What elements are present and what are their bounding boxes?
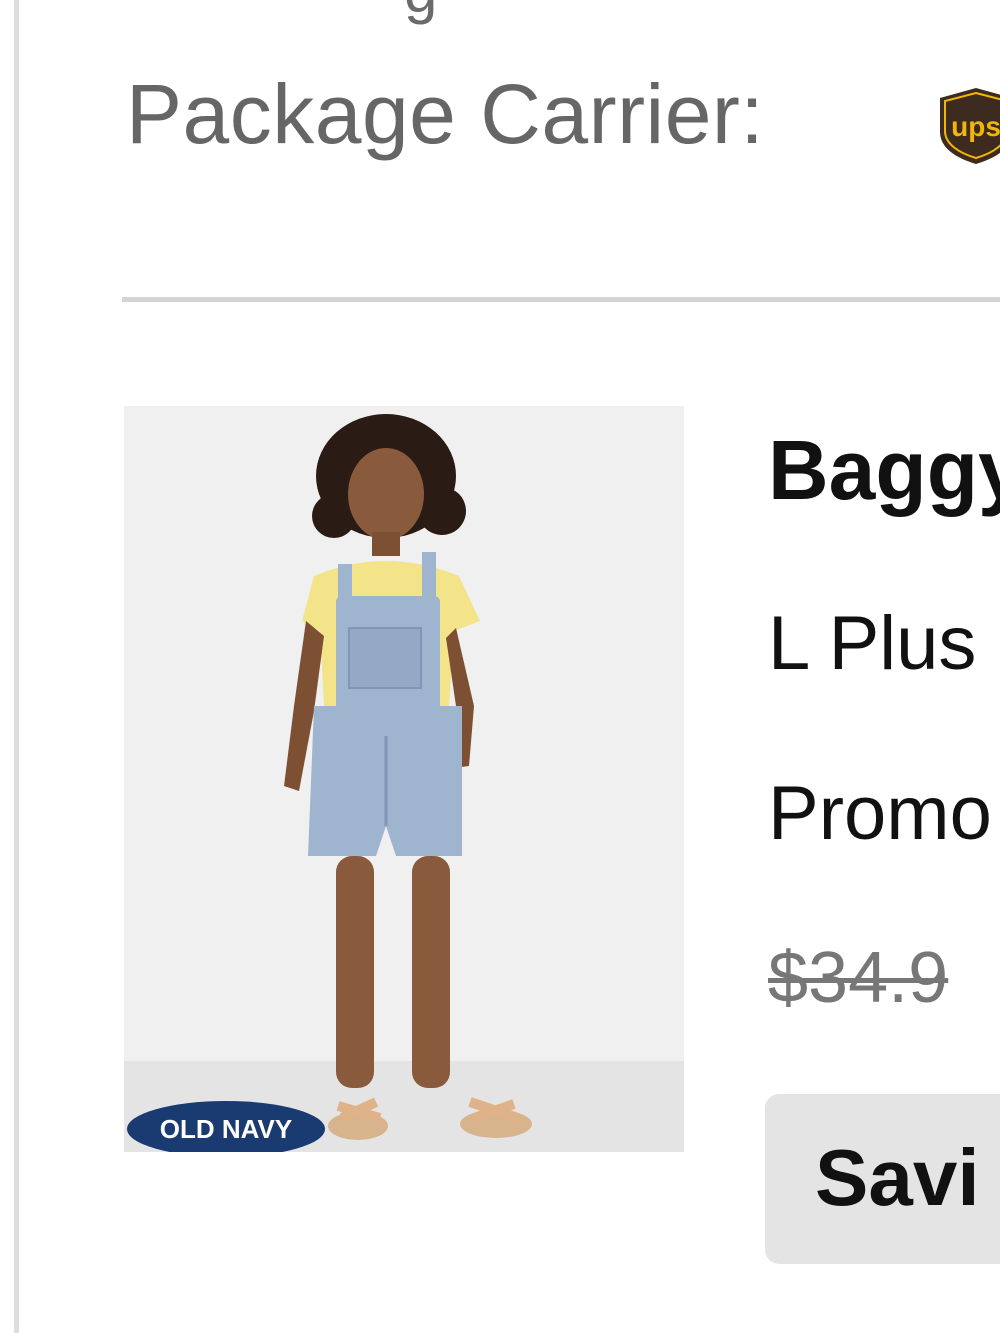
ups-logo-text: ups bbox=[951, 111, 1000, 142]
clipped-text-fragment: g bbox=[404, 0, 437, 22]
order-details-page: g Package Carrier: ups bbox=[0, 0, 1000, 1333]
brand-logo-text: OLD NAVY bbox=[160, 1114, 292, 1144]
product-promo-label: Promo bbox=[768, 771, 992, 856]
original-price: $34.9 bbox=[768, 938, 949, 1018]
savings-label: Savi bbox=[815, 1133, 980, 1222]
product-name[interactable]: Baggy bbox=[768, 428, 1000, 512]
package-carrier-label: Package Carrier: bbox=[126, 67, 765, 161]
product-image[interactable]: OLD NAVY bbox=[124, 406, 684, 1152]
product-size: L Plus bbox=[768, 601, 977, 686]
savings-badge: Savi bbox=[765, 1094, 1000, 1264]
ups-logo-icon: ups bbox=[940, 88, 1000, 164]
brand-logo-badge: OLD NAVY bbox=[127, 1101, 325, 1152]
product-photo-illustration bbox=[124, 406, 684, 1152]
left-edge-border bbox=[14, 0, 19, 1333]
section-divider bbox=[122, 297, 1000, 302]
